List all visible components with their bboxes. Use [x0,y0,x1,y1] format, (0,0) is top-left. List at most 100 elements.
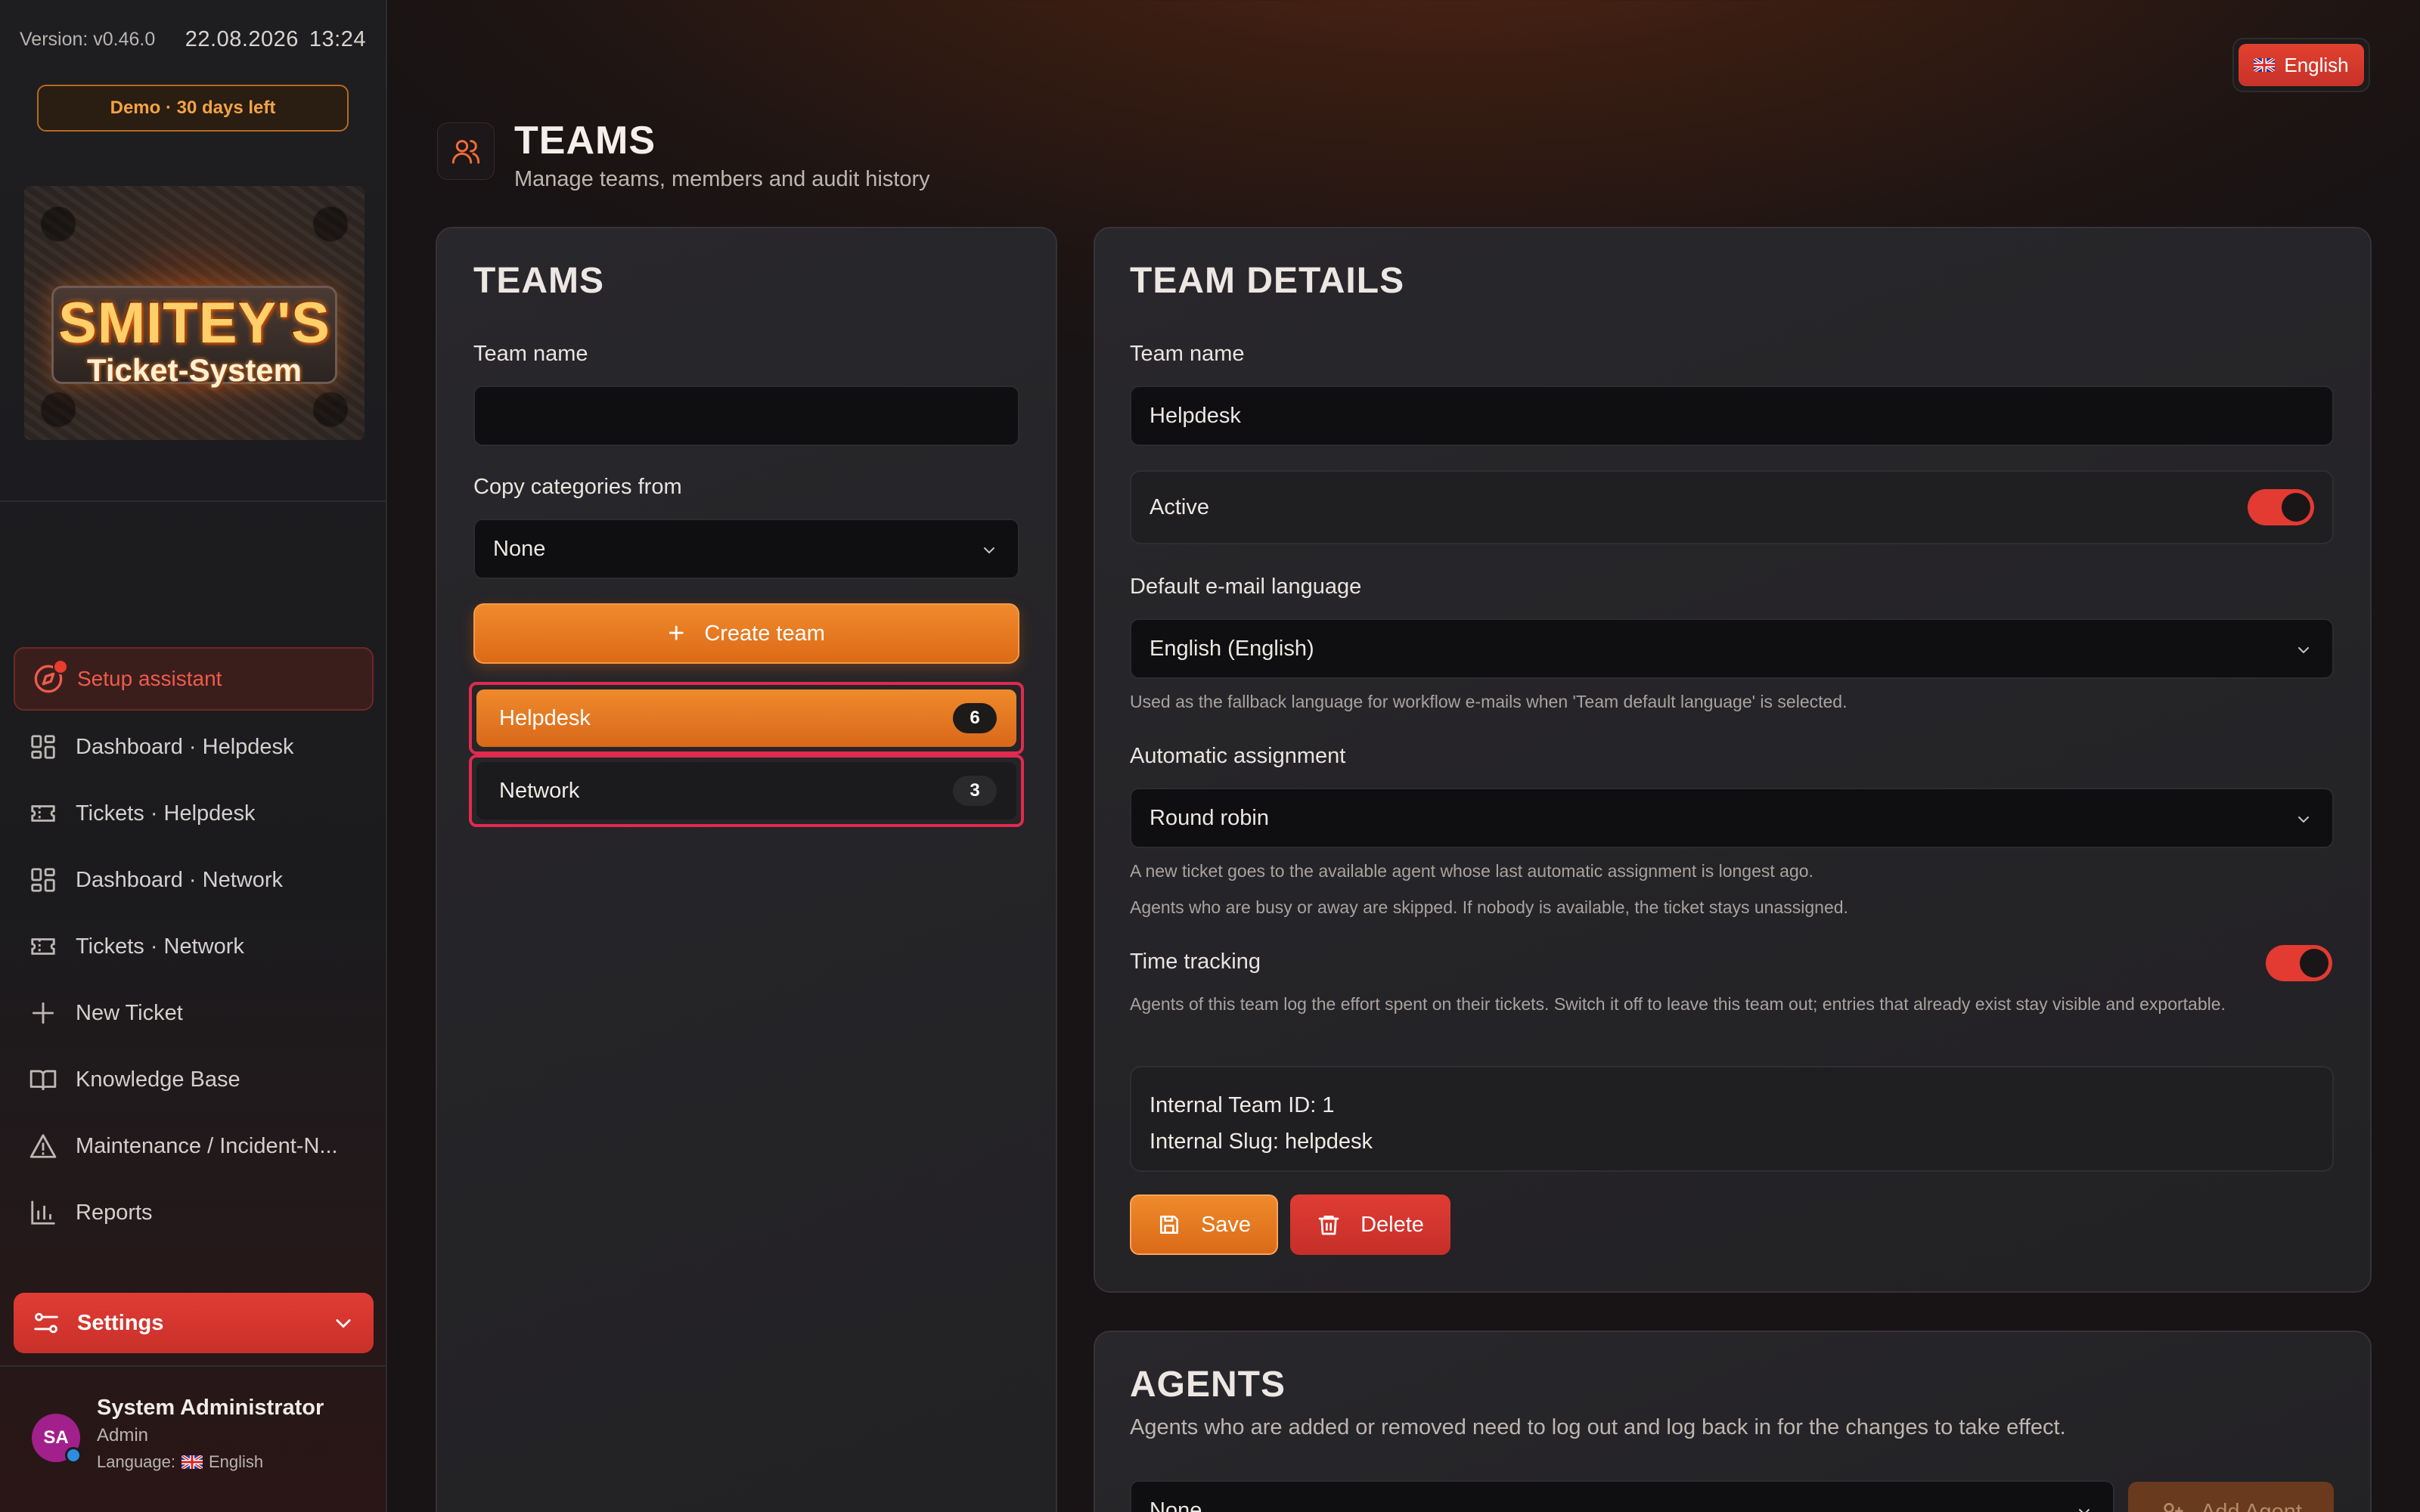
page-title: TEAMS [514,119,656,163]
assignment-hint-2: Agents who are busy or away are skipped.… [1130,897,1848,917]
team-list-item[interactable]: Helpdesk 6 [476,689,1016,747]
add-agent-label: Add Agent [2201,1499,2302,1512]
assignment-hint-1: A new ticket goes to the available agent… [1130,861,1813,881]
chart-icon [31,1201,55,1225]
user-info: System Administrator Admin Language: Eng… [97,1396,324,1472]
toggle-knob [2300,949,2328,978]
user-plus-icon [2164,1503,2183,1512]
copy-categories-value: None [493,536,546,561]
internal-slug: Internal Slug: helpdesk [1150,1129,1373,1154]
nav-label: Tickets · Network [76,934,244,959]
team-list-item[interactable]: Network 3 [476,762,1016,820]
delete-button[interactable]: Delete [1290,1194,1450,1255]
language-switcher[interactable]: English [2232,38,2370,92]
logo-subtitle: Ticket-System [86,352,302,388]
dashboard-icon [31,868,55,892]
chevron-down-icon [2079,1509,2090,1512]
ticket-icon [31,805,55,822]
app-logo[interactable]: SMITEY'S Ticket-System [24,186,365,440]
sidebar-divider [0,1365,386,1367]
time-tracking-toggle[interactable] [2266,945,2332,981]
language-button-label: English [2284,53,2349,76]
trash-icon [1318,1216,1339,1235]
user-role: Admin [97,1425,149,1445]
nav-dashboard-helpdesk[interactable]: Dashboard · Helpdesk [29,724,361,770]
assignment-label: Automatic assignment [1130,744,1346,768]
uk-flag-icon [182,1455,203,1469]
plus-icon [32,1002,54,1024]
warning-icon [29,1134,57,1158]
clock: 22.08.2026 13:24 [185,27,366,52]
team-list-item-helpdesk[interactable]: Helpdesk 6 [469,682,1024,754]
create-team-label: Create team [704,621,825,646]
agents-title: AGENTS [1130,1365,1286,1405]
copy-categories-select[interactable]: None [473,519,1019,579]
member-count-badge: 6 [953,703,997,733]
nav-settings[interactable]: Settings [14,1293,374,1353]
member-count-badge: 3 [953,776,997,806]
nav-label: Maintenance / Incident-N... [76,1133,338,1158]
book-icon [29,1070,57,1091]
page-header: TEAMS Manage teams, members and audit hi… [437,119,930,192]
nav-setup-assistant[interactable]: Setup assistant [14,647,374,711]
assignment-value: Round robin [1150,805,1269,830]
assignment-select[interactable]: Round robin [1130,788,2334,848]
delete-label: Delete [1360,1212,1424,1237]
chevron-down-icon [2298,647,2309,654]
sidebar-header: Version: v0.46.0 22.08.2026 13:24 [20,27,366,52]
user-name: System Administrator [97,1396,324,1420]
teams-panel-title: TEAMS [473,261,604,301]
nav-dashboard-network[interactable]: Dashboard · Network [29,857,361,903]
nav-tickets-network[interactable]: Tickets · Network [29,924,361,969]
team-name-label: Team name [1130,342,1245,366]
nav-knowledge-base[interactable]: Knowledge Base [29,1057,361,1102]
user-profile[interactable]: SA System Administrator Admin Language: … [32,1396,324,1472]
active-toggle[interactable] [2248,489,2314,525]
save-button[interactable]: Save [1130,1194,1278,1255]
users-icon [437,122,495,180]
team-name-input[interactable]: Helpdesk [1130,386,2334,446]
sidebar: Version: v0.46.0 22.08.2026 13:24 Demo · … [0,0,387,1512]
nav-label: Settings [77,1310,164,1335]
agents-subtitle: Agents who are added or removed need to … [1130,1415,2066,1439]
language-value: English [209,1452,264,1471]
nav-label: New Ticket [76,1000,183,1025]
nav-label: Dashboard · Network [76,867,283,892]
save-label: Save [1200,1212,1252,1237]
ticket-icon [31,938,55,955]
time-tracking-hint: Agents of this team log the effort spent… [1130,994,2226,1014]
email-language-label: Default e-mail language [1130,575,1362,599]
team-name: Network [499,778,580,803]
nav-maintenance[interactable]: Maintenance / Incident-N... [29,1123,361,1169]
internal-team-id: Internal Team ID: 1 [1150,1093,1335,1117]
new-team-name-label: Team name [473,342,588,366]
nav-new-ticket[interactable]: New Ticket [29,990,361,1036]
nav-reports[interactable]: Reports [29,1190,361,1235]
team-name: Helpdesk [499,705,591,730]
app-version: Version: v0.46.0 [20,29,156,50]
nav-tickets-helpdesk[interactable]: Tickets · Helpdesk [29,791,361,836]
avatar: SA [32,1414,82,1464]
active-label: Active [1150,494,1209,519]
dashboard-icon [31,735,55,759]
uk-flag-icon [2254,58,2276,72]
current-date: 22.08.2026 [185,27,299,51]
time-tracking-label: Time tracking [1130,950,1261,974]
nav-label: Knowledge Base [76,1067,240,1092]
create-team-button[interactable]: + Create team [473,603,1019,664]
nav-label: Reports [76,1200,153,1225]
plus-icon: + [668,618,685,649]
current-time: 13:24 [309,27,366,51]
team-list-item-network[interactable]: Network 3 [469,754,1024,827]
language-button[interactable]: English [2238,44,2364,86]
language-label: Language: [97,1452,175,1471]
nav-label: Setup assistant [77,667,222,690]
chevron-down-icon [336,1319,351,1328]
agent-select[interactable]: None [1130,1480,2114,1512]
sidebar-divider [0,500,386,502]
email-language-select[interactable]: English (English) [1130,618,2334,679]
notification-dot [53,659,68,674]
new-team-name-input[interactable] [473,386,1019,446]
status-indicator [65,1447,82,1464]
add-agent-button[interactable]: Add Agent [2128,1482,2334,1512]
